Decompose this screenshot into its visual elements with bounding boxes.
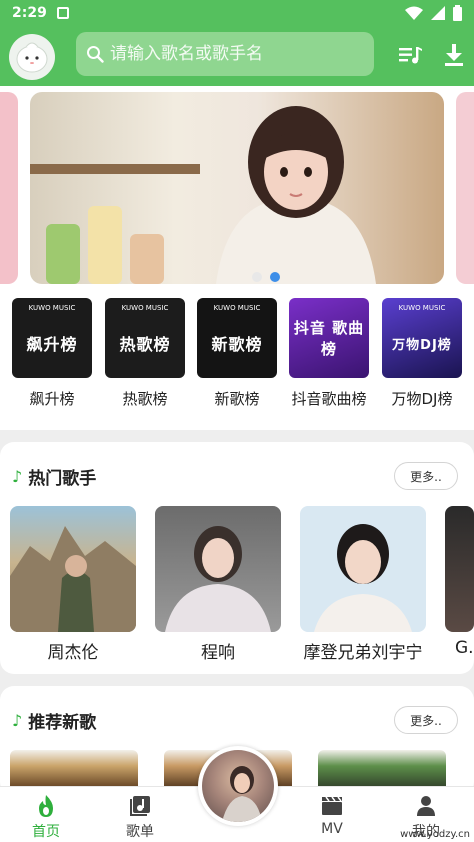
banner-image-object [130,234,164,284]
song-cover[interactable] [10,750,138,790]
download-button[interactable] [441,42,467,68]
chart-cover: 抖音 歌曲榜 [289,298,369,378]
section-title: 热门歌手 [28,469,97,489]
chart-brand: KUWO MUSIC [398,304,446,312]
wifi-icon [405,6,423,20]
artist-name: G. [455,638,474,658]
banner-dot-active[interactable] [270,272,280,282]
charts-row: KUWO MUSIC 飙升榜 飙升榜 KUWO MUSIC 热歌榜 热歌榜 KU… [0,298,474,408]
section-title: 推荐新歌 [28,713,97,733]
banner-image-shelf [30,164,200,174]
banner-carousel[interactable] [30,92,444,284]
hot-artists-header: ♪ 热门歌手 [12,464,96,489]
now-playing-cover [202,750,274,822]
chart-cover-text: 抖音 歌曲榜 [293,319,365,358]
home-header-card: KUWO MUSIC 飙升榜 飙升榜 KUWO MUSIC 热歌榜 热歌榜 KU… [0,86,474,430]
chart-label: 抖音歌曲榜 [291,390,367,408]
artist-name: 摩登兄弟刘宇宁 [303,643,423,663]
person-icon [396,795,456,817]
status-time: 2:29 [12,5,47,21]
chart-item-douyin[interactable]: 抖音 歌曲榜 抖音歌曲榜 [289,298,369,409]
chart-item-dj[interactable]: KUWO MUSIC 万物DJ榜 万物DJ榜 [382,298,462,409]
banner-pager [252,272,280,282]
artist-photo [445,506,474,632]
banner-next-peek[interactable] [456,92,474,284]
banner-image-object [46,224,80,284]
banner-prev-peek[interactable] [0,92,18,284]
chart-brand: KUWO MUSIC [121,304,169,312]
tab-mv[interactable]: MV [302,795,362,837]
chart-label: 热歌榜 [122,390,168,408]
artist-photo [300,506,426,632]
watermark: www.yodzy.cn [400,829,470,840]
tab-playlists[interactable]: 歌单 [110,795,170,841]
chart-cover-text: 新歌榜 [211,335,263,354]
search-icon [87,46,104,63]
music-note-icon: ♪ [12,711,23,730]
signal-icon [431,6,445,20]
chart-label: 新歌榜 [214,390,260,408]
artist-card[interactable]: 摩登兄弟刘宇宁 [300,506,426,663]
search-input[interactable] [110,44,360,64]
top-bar [0,26,474,86]
tab-home[interactable]: 首页 [16,795,76,841]
battery-icon [453,5,462,21]
now-playing-disc[interactable] [198,746,278,826]
mascot-icon [16,42,48,73]
artist-card[interactable]: 周杰伦 [10,506,136,663]
artist-photo [10,506,136,632]
tab-label: 首页 [32,824,60,840]
app-mascot-avatar[interactable] [9,34,55,80]
artist-card[interactable]: 程响 [155,506,281,663]
notification-icon [56,7,69,19]
search-bar[interactable] [76,32,374,76]
banner-image-object [88,206,122,284]
hot-artists-more-button[interactable]: 更多.. [394,462,458,490]
chart-item-surge[interactable]: KUWO MUSIC 飙升榜 飙升榜 [12,298,92,409]
clapper-icon [302,795,362,817]
chart-cover-text: 万物DJ榜 [392,337,452,353]
artist-name: 周杰伦 [47,643,99,663]
banner-photo [216,106,376,284]
artist-photo [155,506,281,632]
playlist-icon [110,795,170,817]
music-note-icon: ♪ [12,467,23,486]
chart-brand: KUWO MUSIC [213,304,261,312]
status-bar: 2:29 [0,0,474,26]
tab-label: MV [321,821,343,837]
chart-item-new[interactable]: KUWO MUSIC 新歌榜 新歌榜 [197,298,277,409]
tab-label: 歌单 [126,824,154,840]
chart-label: 飙升榜 [29,390,75,408]
playlist-music-icon [399,47,422,64]
chart-cover: KUWO MUSIC 飙升榜 [12,298,92,378]
chart-item-hot[interactable]: KUWO MUSIC 热歌榜 热歌榜 [105,298,185,409]
new-songs-more-button[interactable]: 更多.. [394,706,458,734]
music-queue-button[interactable] [398,42,424,68]
chart-cover: KUWO MUSIC 万物DJ榜 [382,298,462,378]
download-icon [445,44,463,66]
chart-cover: KUWO MUSIC 热歌榜 [105,298,185,378]
chart-brand: KUWO MUSIC [28,304,76,312]
new-songs-header: ♪ 推荐新歌 [12,708,96,733]
chart-cover-text: 热歌榜 [119,335,171,354]
chart-cover-text: 飙升榜 [26,335,78,354]
song-cover[interactable] [318,750,446,790]
chart-label: 万物DJ榜 [391,390,453,408]
banner-dot[interactable] [252,272,262,282]
chart-cover: KUWO MUSIC 新歌榜 [197,298,277,378]
flame-icon [16,795,76,817]
artist-name: 程响 [201,643,235,663]
artist-card[interactable]: G. [445,506,474,658]
